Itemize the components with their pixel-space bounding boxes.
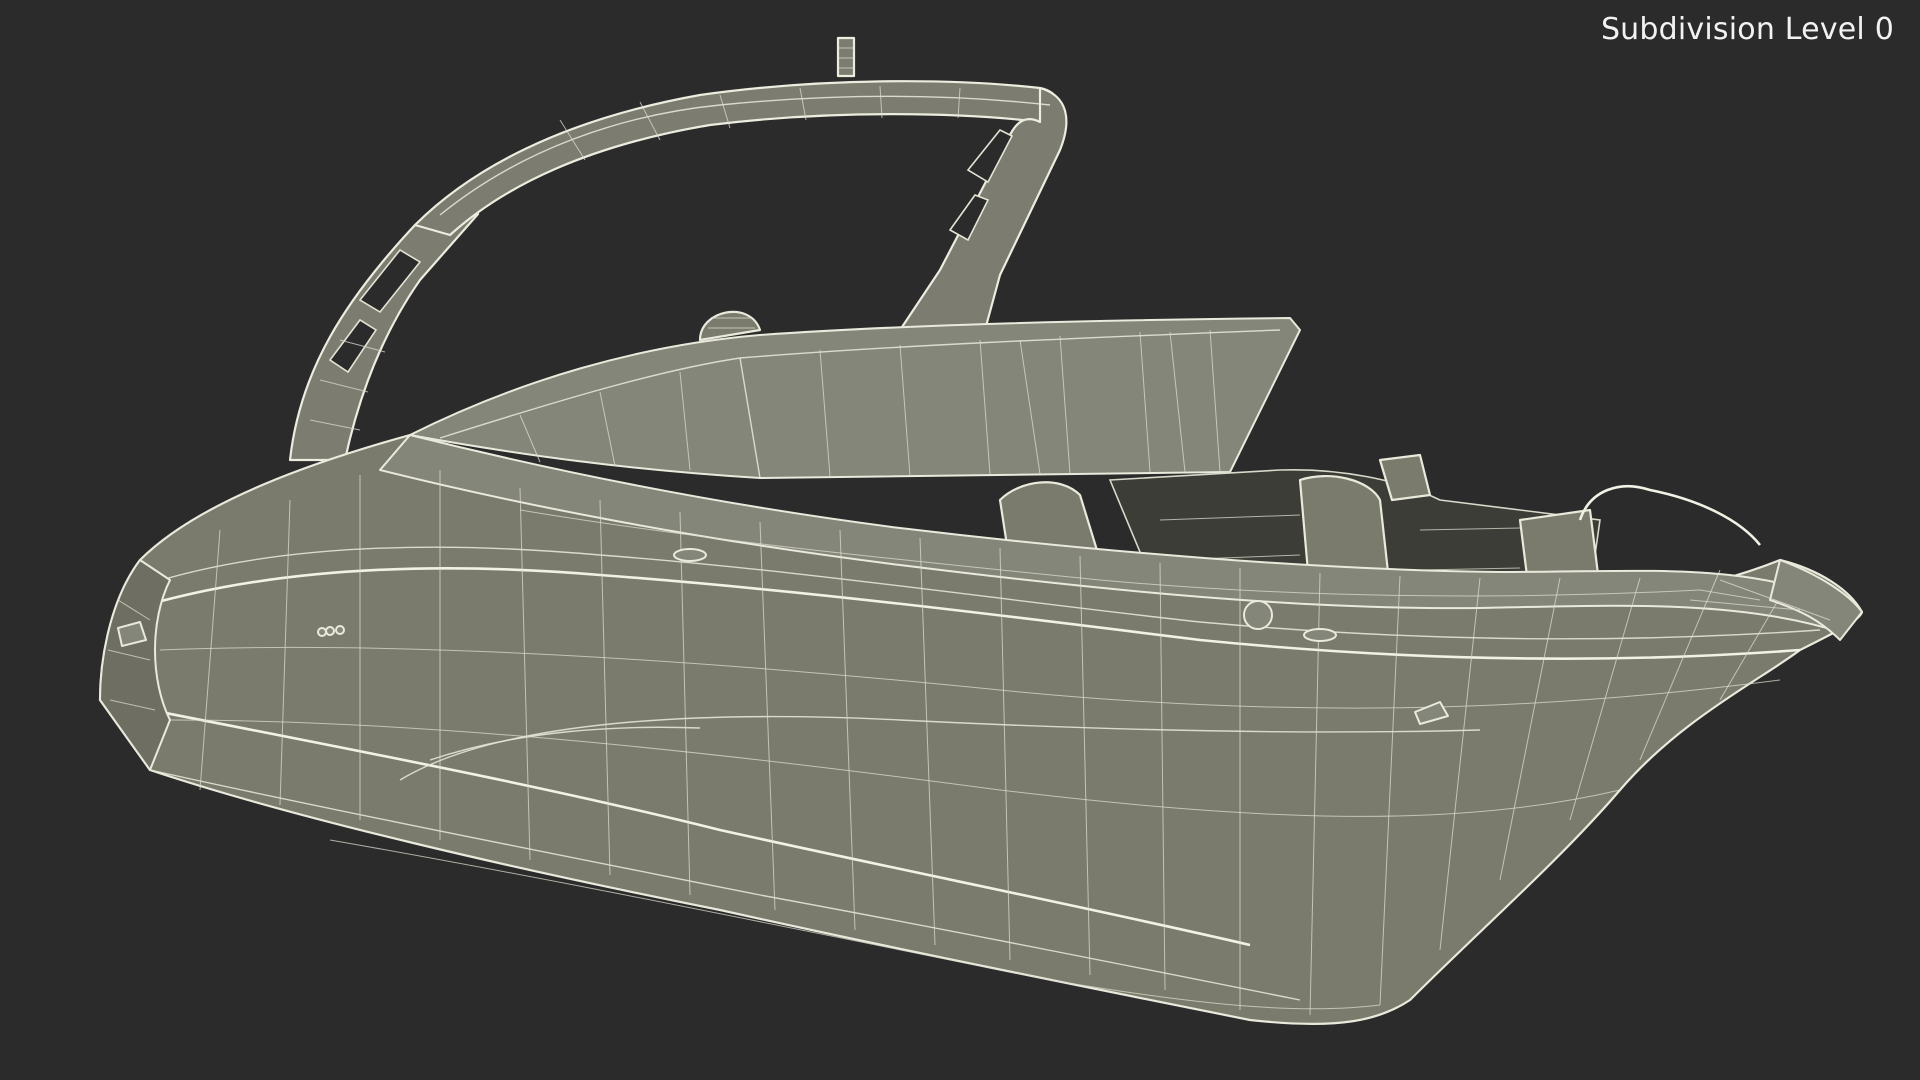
boat-wireframe-model [98,36,1864,1025]
subdivision-level-label: Subdivision Level 0 [1600,12,1894,47]
windshield [409,310,1301,479]
render-viewport: Subdivision Level 0 [0,0,1920,1080]
